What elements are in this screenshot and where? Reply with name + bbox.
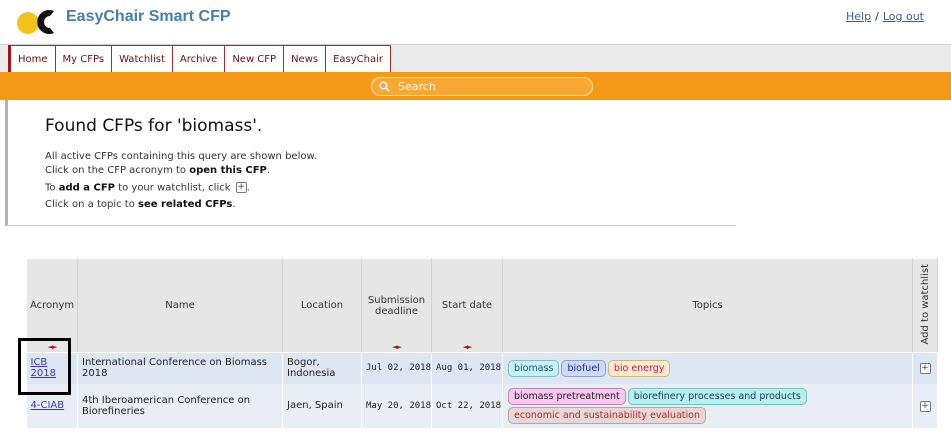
results-heading: Found CFPs for 'biomass'.	[45, 116, 263, 136]
topics-cell: biomass biofuel bio energy	[502, 352, 913, 384]
tab-archive[interactable]: Archive	[172, 45, 226, 73]
info-line-3-bold: add a CFP	[58, 182, 115, 194]
topic-tag[interactable]: bio energy	[607, 359, 671, 377]
name-cell: 4th Iberoamerican Conference on Biorefin…	[77, 383, 283, 428]
search-icon	[379, 81, 390, 92]
table-row: ICB 2018 International Conference on Bio…	[26, 352, 938, 384]
acronym-cell: ICB 2018	[26, 352, 78, 384]
search-box[interactable]	[371, 77, 593, 96]
easychair-logo-icon[interactable]	[17, 6, 57, 38]
results-info-panel: Found CFPs for 'biomass'. All active CFP…	[5, 100, 736, 226]
tab-easychair[interactable]: EasyChair	[326, 45, 392, 73]
header-start-date[interactable]: Start date ◄►	[431, 258, 503, 353]
header-add-label: Add to watchlist	[919, 263, 931, 345]
header-name-label: Name	[165, 300, 195, 311]
header-add-to-watchlist: Add to watchlist	[912, 258, 938, 353]
info-line-2: Click on the CFP acronym to open this CF…	[45, 165, 270, 176]
cfp-acronym-link[interactable]: 4-CIAB	[31, 400, 65, 411]
topic-tag[interactable]: biomass pretreatment	[508, 387, 626, 405]
app-title: EasyChair Smart CFP	[66, 8, 231, 25]
info-line-4: Click on a topic to see related CFPs.	[45, 199, 236, 210]
cfp-acronym-link[interactable]: ICB 2018	[31, 357, 56, 379]
tab-news[interactable]: News	[284, 45, 327, 73]
info-line-1: All active CFPs containing this query ar…	[45, 151, 317, 162]
header-location: Location	[282, 258, 362, 353]
header-acronym-label: Acronym	[30, 300, 75, 311]
info-line-1-text: All active CFPs containing this query ar…	[45, 151, 317, 162]
add-to-watchlist-button[interactable]: +	[919, 363, 931, 375]
topic-tag[interactable]: biofuel	[561, 359, 606, 377]
main-nav: Home My CFPs Watchlist Archive New CFP N…	[0, 44, 951, 73]
info-line-2-pre: Click on the CFP acronym to	[45, 165, 190, 176]
topic-tag[interactable]: economic and sustainability evaluation	[508, 406, 706, 424]
info-line-4-bold: see related CFPs	[138, 199, 233, 210]
header-topics: Topics	[502, 258, 913, 353]
header: EasyChair Smart CFP Help / Log out	[0, 0, 951, 44]
header-start-label: Start date	[441, 300, 493, 311]
location-cell: Jaen, Spain	[282, 383, 362, 428]
location-cell: Bogor, Indonesia	[282, 352, 362, 384]
topics-cell: biomass pretreatment biorefinery processe…	[502, 383, 913, 428]
sort-arrows-icon[interactable]: ◄►	[27, 343, 77, 351]
table-header-row: Acronym ◄► Name Location Submission deadl…	[26, 258, 938, 353]
add-plus-icon: +	[235, 182, 247, 193]
help-link[interactable]: Help	[846, 10, 871, 23]
header-deadline[interactable]: Submission deadline ◄►	[361, 258, 432, 353]
info-line-3-pre: To	[45, 182, 59, 194]
topic-tag[interactable]: biomass	[508, 359, 560, 377]
logout-link[interactable]: Log out	[883, 10, 924, 23]
header-location-label: Location	[300, 300, 344, 311]
sort-arrows-icon[interactable]: ◄►	[362, 343, 431, 351]
search-input[interactable]	[396, 79, 586, 94]
name-cell: International Conference on Biomass 2018	[77, 352, 283, 384]
start-date-cell: Aug 01, 2018	[431, 352, 503, 384]
start-date-cell: Oct 22, 2018	[431, 383, 503, 428]
header-topics-label: Topics	[692, 300, 723, 311]
link-separator: /	[875, 10, 879, 23]
search-bar	[0, 72, 951, 100]
topic-tag[interactable]: biorefinery processes and products	[627, 387, 807, 405]
tab-my-cfps[interactable]: My CFPs	[55, 45, 113, 73]
top-links: Help / Log out	[846, 10, 924, 23]
header-deadline-label: Submission deadline	[367, 294, 426, 317]
add-cell: +	[912, 352, 938, 384]
info-line-3: To add a CFP to your watchlist, click +.	[45, 182, 250, 194]
cfp-results-table: Acronym ◄► Name Location Submission deadl…	[26, 258, 938, 428]
deadline-cell: Jul 02, 2018	[361, 352, 432, 384]
info-line-3-post: .	[246, 182, 250, 194]
acronym-cell: 4-CIAB	[26, 383, 78, 428]
info-line-4-post: .	[232, 199, 236, 210]
info-line-2-bold: open this CFP	[189, 165, 267, 176]
info-line-2-post: .	[266, 165, 271, 176]
add-to-watchlist-button[interactable]: +	[919, 400, 931, 412]
sort-arrows-icon[interactable]: ◄►	[432, 343, 502, 351]
info-line-3-mid: to your watchlist, click	[115, 182, 234, 194]
header-acronym[interactable]: Acronym ◄►	[26, 258, 78, 353]
table-row: 4-CIAB 4th Iberoamerican Conference on B…	[26, 383, 938, 428]
header-name: Name	[77, 258, 283, 353]
tab-new-cfp[interactable]: New CFP	[225, 45, 285, 73]
tab-watchlist[interactable]: Watchlist	[112, 45, 173, 73]
info-line-4-pre: Click on a topic to	[45, 199, 139, 210]
deadline-cell: May 20, 2018	[361, 383, 432, 428]
tab-home[interactable]: Home	[11, 45, 56, 73]
add-cell: +	[912, 383, 938, 428]
nav-tabs: Home My CFPs Watchlist Archive New CFP N…	[8, 45, 392, 73]
